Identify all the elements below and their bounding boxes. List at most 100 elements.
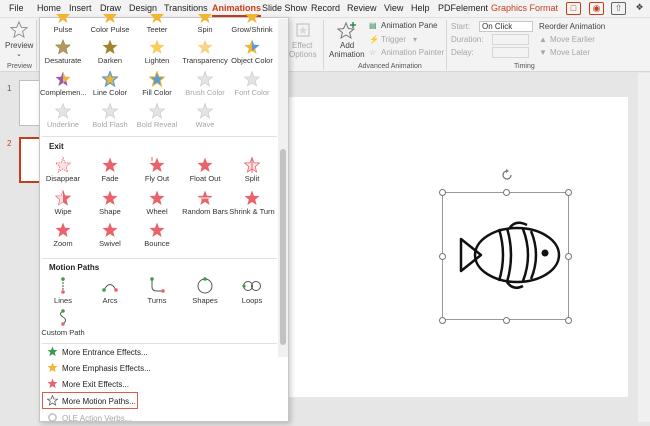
effect-fly-out[interactable]: Fly Out bbox=[134, 157, 180, 183]
start-combobox[interactable]: On Click bbox=[479, 21, 533, 32]
effect-disappear[interactable]: Disappear bbox=[40, 157, 86, 183]
exit-star-icon bbox=[47, 378, 58, 389]
arrow-up-icon: ▲ bbox=[539, 35, 547, 44]
resize-handle[interactable] bbox=[565, 317, 572, 324]
more-emphasis-effects[interactable]: More Emphasis Effects... bbox=[45, 361, 275, 376]
tab-home[interactable]: Home bbox=[37, 3, 61, 13]
effect-split[interactable]: Split bbox=[229, 157, 275, 183]
loops-path-icon bbox=[242, 281, 261, 291]
resize-handle[interactable] bbox=[565, 189, 572, 196]
tab-review[interactable]: Review bbox=[347, 3, 377, 13]
motion-path-shapes[interactable]: Shapes bbox=[182, 277, 228, 305]
darken-star-icon bbox=[102, 39, 118, 54]
pulse-star-icon bbox=[56, 14, 70, 23]
tab-view[interactable]: View bbox=[384, 3, 403, 13]
more-exit-effects[interactable]: More Exit Effects... bbox=[45, 377, 275, 392]
move-later-label: Move Later bbox=[550, 48, 591, 57]
copilot-icon[interactable]: ❖ bbox=[632, 2, 647, 15]
motion-path-custom[interactable]: Custom Path bbox=[40, 309, 86, 337]
fish-graphic[interactable] bbox=[439, 169, 572, 324]
separator bbox=[323, 20, 324, 70]
animation-gallery-dropdown: Pulse Color Pulse Teeter Spin Grow/Shrin… bbox=[39, 14, 289, 423]
effect-spin[interactable]: Spin bbox=[182, 14, 228, 34]
effect-zoom[interactable]: Zoom bbox=[40, 222, 86, 248]
share-icon[interactable]: ⇧ bbox=[611, 2, 626, 15]
effect-float-out[interactable]: Float Out bbox=[182, 157, 228, 183]
resize-handle[interactable] bbox=[565, 253, 572, 260]
animation-painter-label: Animation Painter bbox=[381, 48, 445, 57]
effect-shape[interactable]: Shape bbox=[87, 190, 133, 216]
effect-options-button[interactable]: Effect Options bbox=[289, 22, 317, 60]
tab-animations[interactable]: Animations bbox=[212, 3, 262, 17]
effect-shrink-turn[interactable]: Shrink & Turn bbox=[229, 190, 275, 216]
effect-wheel[interactable]: Wheel bbox=[134, 190, 180, 216]
effect-desaturate[interactable]: Desaturate bbox=[40, 39, 86, 65]
tab-insert[interactable]: Insert bbox=[69, 3, 92, 13]
resize-handle[interactable] bbox=[503, 189, 510, 196]
wipe-star-icon bbox=[55, 190, 71, 206]
motion-path-turns[interactable]: Turns bbox=[134, 277, 180, 305]
resize-handle[interactable] bbox=[503, 317, 510, 324]
reorder-title: Reorder Animation bbox=[539, 22, 606, 31]
gallery-scrollbar[interactable] bbox=[278, 19, 288, 357]
tab-graphics-format[interactable]: Graphics Format bbox=[491, 3, 558, 13]
effect-teeter[interactable]: Teeter bbox=[134, 14, 180, 34]
effect-swivel[interactable]: Swivel bbox=[87, 222, 133, 248]
motion-paths-section-header: Motion Paths bbox=[49, 263, 100, 272]
tab-transitions[interactable]: Transitions bbox=[164, 3, 208, 13]
slide-thumbnail-2[interactable] bbox=[19, 137, 41, 183]
more-entrance-effects[interactable]: More Entrance Effects... bbox=[45, 345, 275, 360]
delay-input[interactable] bbox=[492, 47, 529, 58]
effect-pulse[interactable]: Pulse bbox=[40, 14, 86, 34]
comments-icon[interactable]: □ bbox=[566, 2, 581, 15]
effect-fade[interactable]: Fade bbox=[87, 157, 133, 183]
animation-painter-button[interactable]: ☆ Animation Painter bbox=[369, 48, 444, 59]
effect-complementary[interactable]: Complemen... bbox=[40, 71, 87, 97]
effect-color-pulse[interactable]: Color Pulse bbox=[87, 14, 133, 34]
move-later-button[interactable]: ▼ Move Later bbox=[539, 48, 599, 59]
effect-line-color[interactable]: Line Color bbox=[87, 71, 133, 97]
color-pulse-star-icon bbox=[103, 14, 117, 23]
effect-bounce[interactable]: Bounce bbox=[134, 222, 180, 248]
effect-fill-color[interactable]: Fill Color bbox=[134, 71, 180, 97]
effect-lighten[interactable]: Lighten bbox=[134, 39, 180, 65]
tab-draw[interactable]: Draw bbox=[100, 3, 121, 13]
shrink-turn-star-icon bbox=[244, 190, 260, 205]
tab-design[interactable]: Design bbox=[129, 3, 157, 13]
rotate-handle-icon[interactable] bbox=[500, 168, 514, 182]
slide-thumbnail-1[interactable] bbox=[19, 80, 41, 126]
resize-handle[interactable] bbox=[439, 189, 446, 196]
add-animation-button[interactable]: Add Animation bbox=[326, 21, 366, 61]
effect-grow-shrink[interactable]: Grow/Shrink bbox=[229, 14, 275, 34]
more-motion-paths[interactable]: More Motion Paths... bbox=[42, 392, 138, 409]
record-icon[interactable]: ◉ bbox=[589, 2, 604, 15]
separator bbox=[446, 20, 447, 70]
tab-file[interactable]: File bbox=[9, 3, 24, 13]
effect-transparency[interactable]: Transparency bbox=[182, 39, 228, 65]
split-star-icon bbox=[244, 157, 260, 173]
trigger-button[interactable]: ⚡ Trigger ▾ bbox=[369, 35, 429, 46]
effect-object-color[interactable]: Object Color bbox=[229, 39, 275, 65]
move-earlier-button[interactable]: ▲ Move Earlier bbox=[539, 35, 599, 46]
transparency-star-icon bbox=[197, 39, 213, 54]
motion-path-loops[interactable]: Loops bbox=[229, 277, 275, 305]
editor-scrollbar[interactable] bbox=[638, 73, 650, 422]
tab-help[interactable]: Help bbox=[411, 3, 430, 13]
tab-pdfelement[interactable]: PDFelement bbox=[438, 3, 488, 13]
motion-path-lines[interactable]: Lines bbox=[40, 277, 86, 305]
effect-wipe[interactable]: Wipe bbox=[40, 190, 86, 216]
effect-random-bars[interactable]: Random Bars bbox=[182, 190, 228, 216]
duration-input[interactable] bbox=[492, 34, 529, 45]
preview-label: Preview bbox=[5, 41, 34, 50]
duration-label: Duration: bbox=[451, 35, 484, 44]
resize-handle[interactable] bbox=[439, 317, 446, 324]
motion-path-arcs[interactable]: Arcs bbox=[87, 277, 133, 305]
animation-pane-button[interactable]: ▤ Animation Pane bbox=[369, 21, 444, 32]
effect-darken[interactable]: Darken bbox=[87, 39, 133, 65]
gallery-scrollbar-thumb[interactable] bbox=[280, 149, 286, 345]
animation-pane-label: Animation Pane bbox=[381, 21, 438, 30]
tab-record[interactable]: Record bbox=[311, 3, 340, 13]
resize-handle[interactable] bbox=[439, 253, 446, 260]
tab-slide-show[interactable]: Slide Show bbox=[262, 3, 307, 13]
preview-button[interactable]: Preview ⌄ bbox=[5, 21, 33, 59]
